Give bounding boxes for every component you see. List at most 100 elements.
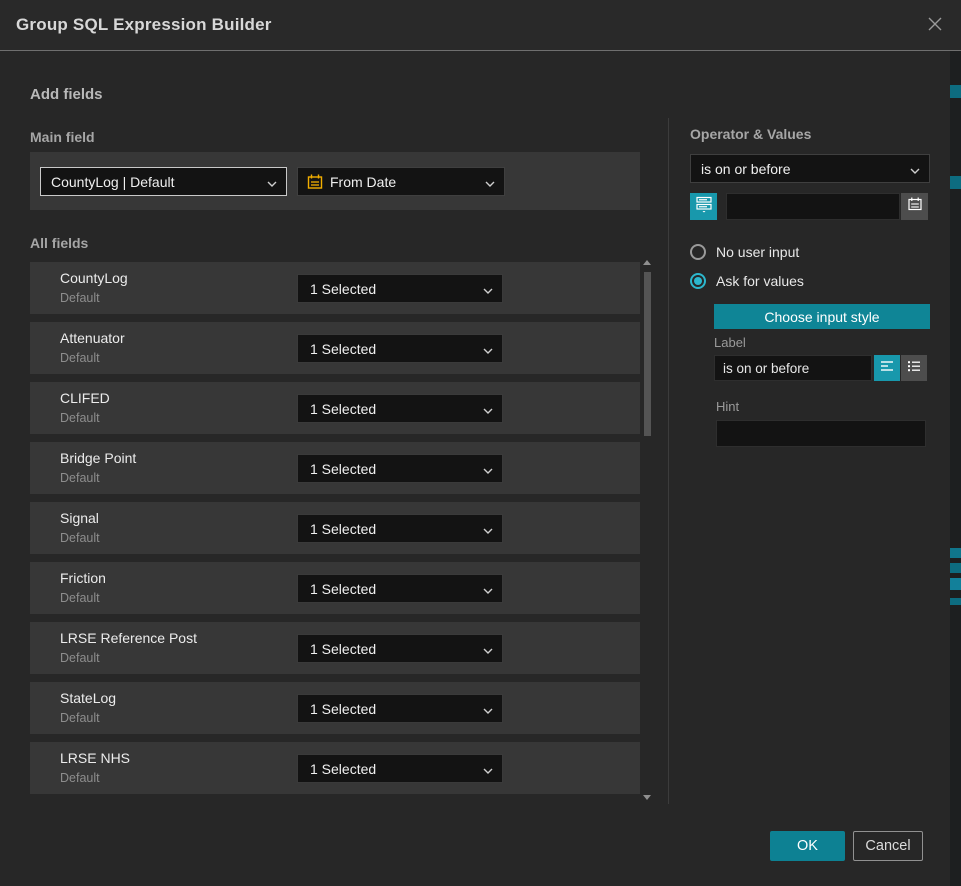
field-subtitle: Default bbox=[60, 471, 100, 485]
main-field-heading: Main field bbox=[30, 129, 95, 145]
field-dropdown[interactable]: From Date bbox=[297, 167, 505, 196]
edge-fragment bbox=[950, 563, 961, 573]
scroll-down-arrow-icon[interactable] bbox=[643, 795, 651, 800]
chevron-down-icon bbox=[483, 701, 493, 717]
date-value-input[interactable] bbox=[726, 193, 900, 220]
no-user-input-label: No user input bbox=[716, 244, 799, 260]
field-name: Attenuator bbox=[60, 330, 125, 346]
edge-fragment bbox=[950, 578, 961, 590]
field-selection-dropdown[interactable]: 1 Selected bbox=[297, 514, 503, 543]
bulleted-list-icon bbox=[906, 358, 922, 379]
field-selection-value: 1 Selected bbox=[310, 461, 376, 477]
radio-selected-icon bbox=[690, 273, 706, 289]
field-subtitle: Default bbox=[60, 351, 100, 365]
field-name: Signal bbox=[60, 510, 99, 526]
field-name: CountyLog bbox=[60, 270, 128, 286]
add-fields-heading: Add fields bbox=[30, 86, 103, 103]
field-selection-dropdown[interactable]: 1 Selected bbox=[297, 394, 503, 423]
all-fields-scrollbar[interactable] bbox=[641, 256, 653, 804]
chevron-down-icon bbox=[483, 581, 493, 597]
field-selection-dropdown[interactable]: 1 Selected bbox=[297, 274, 503, 303]
input-type-toggle-button[interactable] bbox=[690, 193, 717, 220]
edge-fragment bbox=[950, 548, 961, 558]
field-row: StateLog Default 1 Selected bbox=[30, 682, 640, 734]
field-selection-value: 1 Selected bbox=[310, 761, 376, 777]
field-row: LRSE Reference Post Default 1 Selected bbox=[30, 622, 640, 674]
field-name: Bridge Point bbox=[60, 450, 136, 466]
edge-fragment bbox=[950, 598, 961, 605]
field-selection-value: 1 Selected bbox=[310, 401, 376, 417]
ask-for-values-radio[interactable]: Ask for values bbox=[690, 273, 804, 289]
field-selection-dropdown[interactable]: 1 Selected bbox=[297, 634, 503, 663]
ask-for-values-label: Ask for values bbox=[716, 273, 804, 289]
list-style-button[interactable] bbox=[901, 355, 927, 381]
single-line-style-button[interactable] bbox=[874, 355, 900, 381]
chevron-down-icon bbox=[483, 401, 493, 417]
group-sql-expression-builder-dialog: Group SQL Expression Builder Add fields … bbox=[0, 0, 950, 886]
field-selection-value: 1 Selected bbox=[310, 701, 376, 717]
field-subtitle: Default bbox=[60, 531, 100, 545]
field-subtitle: Default bbox=[60, 711, 100, 725]
all-fields-list: CountyLog Default 1 Selected Attenuator … bbox=[30, 262, 640, 794]
dataset-dropdown-value: CountyLog | Default bbox=[51, 174, 175, 190]
field-subtitle: Default bbox=[60, 291, 100, 305]
combobox-icon bbox=[695, 195, 713, 218]
field-name: CLIFED bbox=[60, 390, 110, 406]
calendar-icon bbox=[306, 173, 324, 194]
close-button[interactable] bbox=[920, 12, 950, 40]
choose-input-style-button[interactable]: Choose input style bbox=[714, 304, 930, 329]
field-subtitle: Default bbox=[60, 651, 100, 665]
hint-caption: Hint bbox=[716, 399, 739, 414]
cancel-button[interactable]: Cancel bbox=[853, 831, 923, 861]
date-picker-button[interactable] bbox=[901, 193, 928, 220]
field-selection-value: 1 Selected bbox=[310, 521, 376, 537]
chevron-down-icon bbox=[485, 174, 495, 190]
dialog-title: Group SQL Expression Builder bbox=[16, 15, 272, 35]
field-row: Bridge Point Default 1 Selected bbox=[30, 442, 640, 494]
calendar-icon bbox=[907, 196, 923, 217]
field-selection-dropdown[interactable]: 1 Selected bbox=[297, 694, 503, 723]
field-subtitle: Default bbox=[60, 771, 100, 785]
field-selection-dropdown[interactable]: 1 Selected bbox=[297, 334, 503, 363]
chevron-down-icon bbox=[910, 161, 920, 177]
chevron-down-icon bbox=[483, 521, 493, 537]
no-user-input-radio[interactable]: No user input bbox=[690, 244, 799, 260]
edge-fragment bbox=[950, 85, 961, 98]
label-input[interactable] bbox=[714, 355, 872, 381]
field-selection-dropdown[interactable]: 1 Selected bbox=[297, 454, 503, 483]
align-left-icon bbox=[879, 358, 895, 379]
operator-values-heading: Operator & Values bbox=[690, 126, 811, 142]
edge-fragment bbox=[950, 176, 961, 189]
chevron-down-icon bbox=[483, 281, 493, 297]
scrollbar-thumb[interactable] bbox=[644, 272, 651, 436]
field-selection-dropdown[interactable]: 1 Selected bbox=[297, 754, 503, 783]
all-fields-heading: All fields bbox=[30, 235, 88, 251]
field-selection-value: 1 Selected bbox=[310, 341, 376, 357]
label-caption: Label bbox=[714, 335, 746, 350]
field-selection-value: 1 Selected bbox=[310, 281, 376, 297]
background-page-edge bbox=[950, 0, 961, 886]
field-name: LRSE NHS bbox=[60, 750, 130, 766]
field-row: Friction Default 1 Selected bbox=[30, 562, 640, 614]
field-dropdown-value: From Date bbox=[330, 174, 396, 190]
field-name: StateLog bbox=[60, 690, 116, 706]
field-row: LRSE NHS Default 1 Selected bbox=[30, 742, 640, 794]
field-selection-dropdown[interactable]: 1 Selected bbox=[297, 574, 503, 603]
chevron-down-icon bbox=[483, 761, 493, 777]
field-name: LRSE Reference Post bbox=[60, 630, 197, 646]
dataset-dropdown[interactable]: CountyLog | Default bbox=[40, 167, 287, 196]
close-icon bbox=[925, 14, 945, 39]
scroll-up-arrow-icon[interactable] bbox=[643, 260, 651, 265]
chevron-down-icon bbox=[267, 174, 277, 190]
field-row: Signal Default 1 Selected bbox=[30, 502, 640, 554]
field-subtitle: Default bbox=[60, 591, 100, 605]
field-selection-value: 1 Selected bbox=[310, 641, 376, 657]
chevron-down-icon bbox=[483, 461, 493, 477]
operator-dropdown[interactable]: is on or before bbox=[690, 154, 930, 183]
hint-input[interactable] bbox=[716, 420, 926, 447]
field-name: Friction bbox=[60, 570, 106, 586]
field-subtitle: Default bbox=[60, 411, 100, 425]
ok-button[interactable]: OK bbox=[770, 831, 845, 861]
operator-dropdown-value: is on or before bbox=[701, 161, 791, 177]
panel-divider bbox=[668, 118, 669, 804]
